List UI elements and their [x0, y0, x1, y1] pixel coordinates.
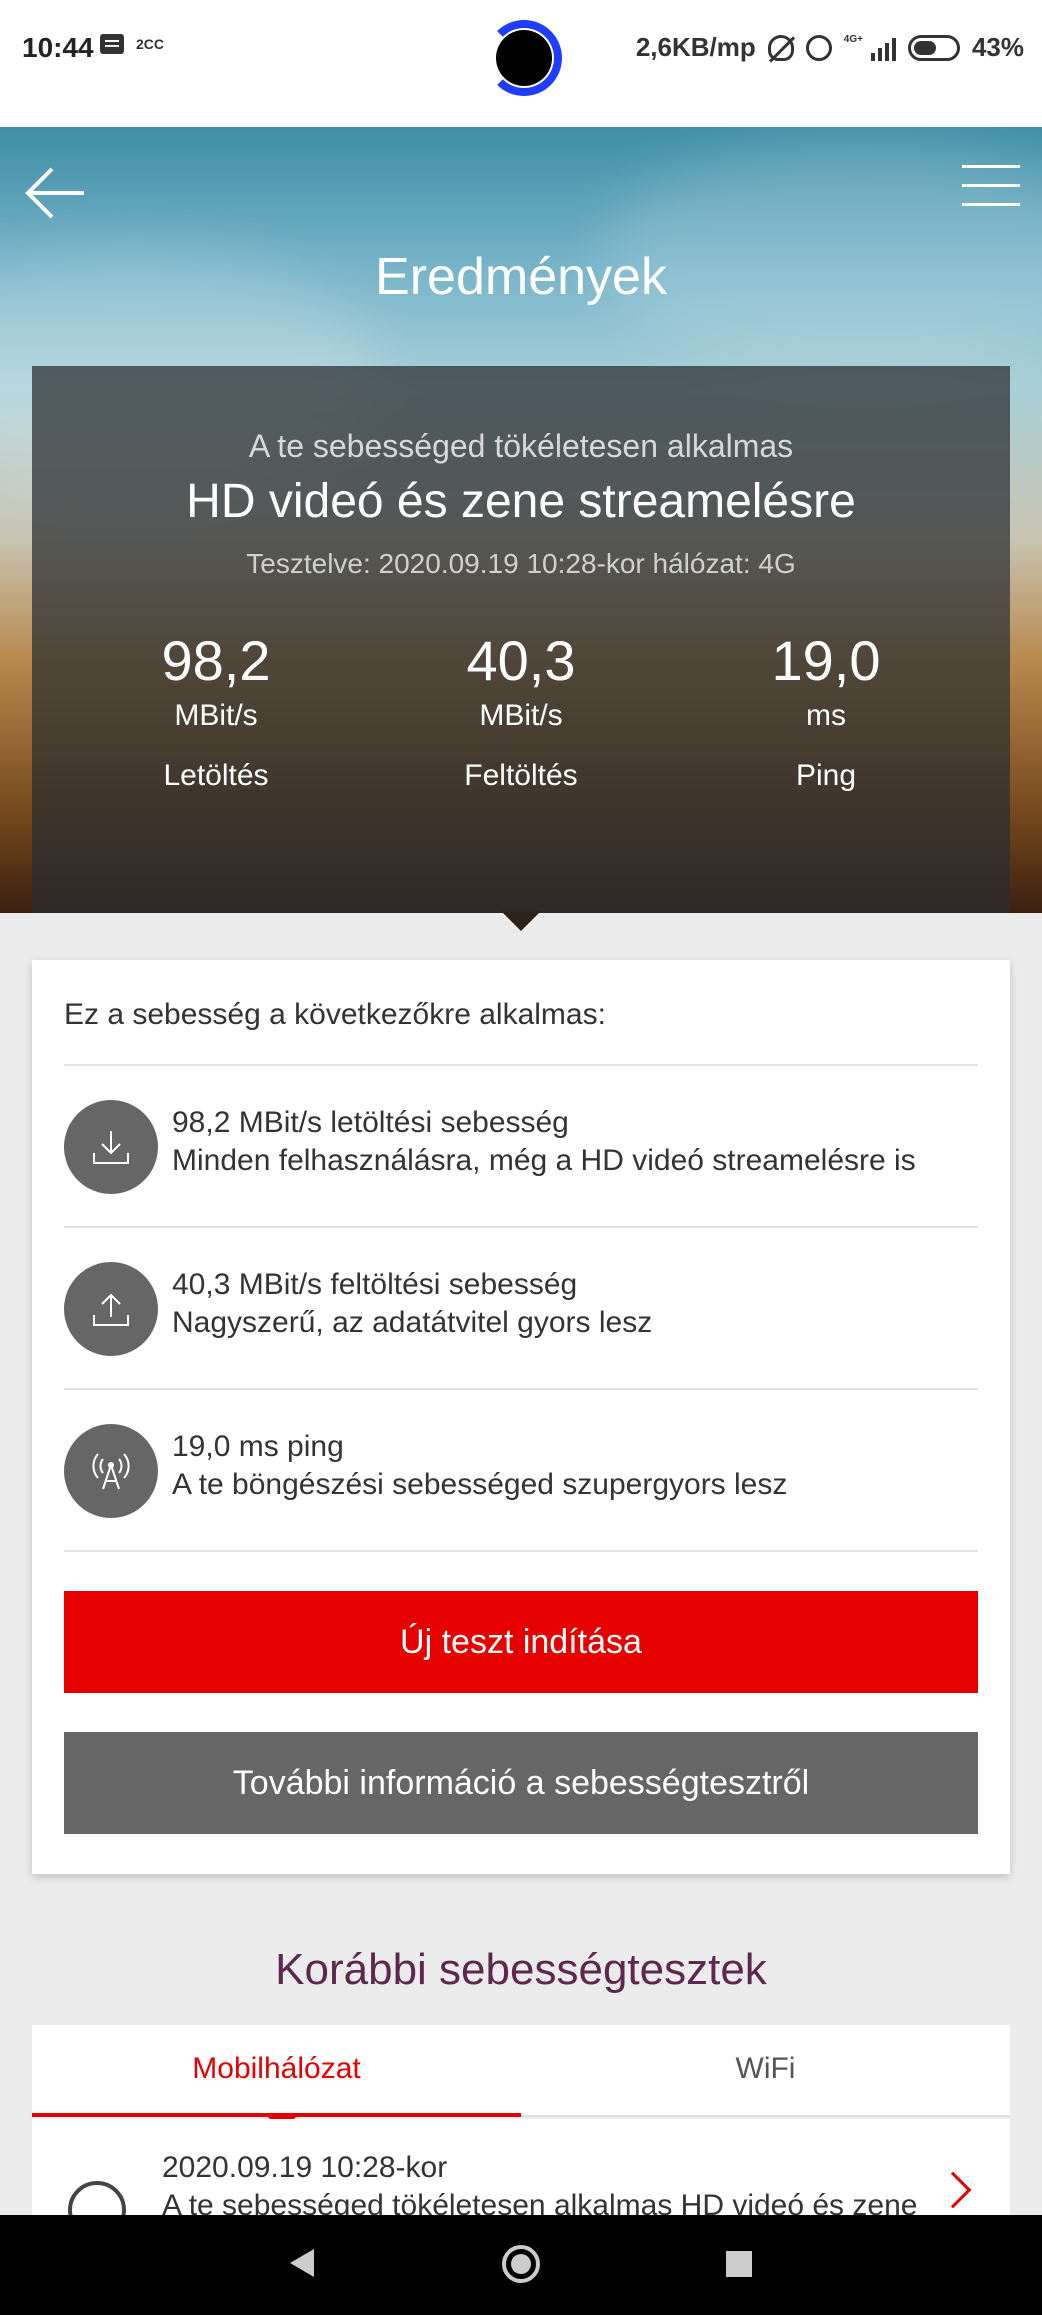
metric-label: Feltöltés: [464, 759, 578, 792]
camera-cutout-icon: [486, 20, 562, 96]
tab-mobile-network[interactable]: Mobilhálózat: [32, 2025, 521, 2117]
page-title: Eredmények: [375, 248, 667, 306]
metric-download: 98,2 MBit/s Letöltés: [96, 628, 336, 793]
status-time: 10:44: [22, 32, 94, 63]
history-date: 2020.09.19 10:28-kor: [162, 2151, 448, 2184]
metric-label: Letöltés: [163, 759, 269, 792]
status-right-icons: 2,6KB/mp 4G+ 43%: [636, 32, 1024, 63]
system-nav-bar: [0, 2215, 1042, 2315]
item-title: 19,0 ms ping: [172, 1430, 344, 1463]
metric-unit: ms: [806, 699, 846, 732]
metric-value: 40,3: [466, 629, 576, 692]
battery-icon: [907, 34, 960, 61]
network-type: 4G+: [843, 33, 863, 45]
tab-wifi[interactable]: WiFi: [521, 2025, 1010, 2117]
message-icon: [100, 34, 124, 54]
metric-value: 19,0: [771, 629, 881, 692]
item-description: Nagyszerű, az adatátvitel gyors lesz: [172, 1306, 653, 1339]
metric-label: Ping: [795, 759, 857, 792]
suitability-card: Ez a sebesség a következőkre alkalmas: 9…: [32, 960, 1010, 1874]
metric-upload: 40,3 MBit/s Feltöltés: [401, 628, 641, 793]
list-item-download: 98,2 MBit/s letöltési sebesség Minden fe…: [64, 1066, 978, 1226]
metric-ping: 19,0 ms Ping: [706, 628, 946, 793]
download-icon: [64, 1100, 158, 1194]
list-item-upload: 40,3 MBit/s feltöltési sebesség Nagyszer…: [64, 1228, 978, 1388]
result-subtitle: A te sebességed tökéletesen alkalmas: [248, 428, 794, 464]
metric-value: 98,2: [161, 629, 271, 692]
signal-icon: [870, 35, 896, 61]
result-meta: Tesztelve: 2020.09.19 10:28-kor hálózat:…: [246, 548, 796, 579]
item-title: 98,2 MBit/s letöltési sebesség: [172, 1106, 569, 1139]
speedometer-icon: [68, 2181, 126, 2215]
results-hero: Eredmények A te sebességed tökéletesen a…: [0, 127, 1042, 913]
list-item-ping: 19,0 ms ping A te böngészési sebességed …: [64, 1390, 978, 1550]
nav-home-icon[interactable]: [502, 2245, 540, 2283]
history-text: A te sebességed tökéletesen alkalmas HD …: [162, 2189, 918, 2215]
status-speed: 2,6KB/mp: [635, 32, 756, 62]
history-row[interactable]: 2020.09.19 10:28-kor A te sebességed tök…: [32, 2119, 1010, 2215]
card-title: Ez a sebesség a következőkre alkalmas:: [64, 998, 606, 1031]
item-description: A te böngészési sebességed szupergyors l…: [172, 1468, 788, 1501]
result-panel: A te sebességed tökéletesen alkalmas HD …: [32, 366, 1010, 913]
status-left-icons: 2CC: [100, 34, 164, 54]
menu-icon[interactable]: [962, 165, 1020, 215]
item-title: 40,3 MBit/s feltöltési sebesség: [172, 1268, 578, 1301]
more-info-button[interactable]: További információ a sebességtesztről: [64, 1732, 978, 1834]
item-description: Minden felhasználásra, még a HD videó st…: [172, 1144, 916, 1177]
battery-percent: 43%: [971, 32, 1024, 62]
result-headline: HD videó és zene streamelésre: [186, 475, 856, 528]
antenna-icon: [64, 1424, 158, 1518]
alarm-icon: [805, 34, 832, 61]
metric-unit: MBit/s: [174, 699, 258, 732]
divider: [64, 1550, 978, 1552]
panel-pointer: [501, 911, 541, 931]
history-title: Korábbi sebességtesztek: [275, 1945, 767, 1994]
nav-back-icon[interactable]: [290, 2249, 314, 2277]
metric-unit: MBit/s: [479, 699, 563, 732]
new-test-button[interactable]: Új teszt indítása: [64, 1591, 978, 1693]
history-tabs: Mobilhálózat WiFi: [32, 2025, 1010, 2131]
back-arrow-icon[interactable]: [22, 163, 88, 223]
nav-recents-icon[interactable]: [726, 2251, 752, 2277]
upload-icon: [64, 1262, 158, 1356]
status-bar: 10:44 2CC 2,6KB/mp 4G+ 43%: [0, 0, 1042, 127]
muted-bell-icon: [767, 34, 794, 61]
status-small-label: 2CC: [136, 35, 165, 52]
chevron-right-icon: [934, 2171, 972, 2209]
